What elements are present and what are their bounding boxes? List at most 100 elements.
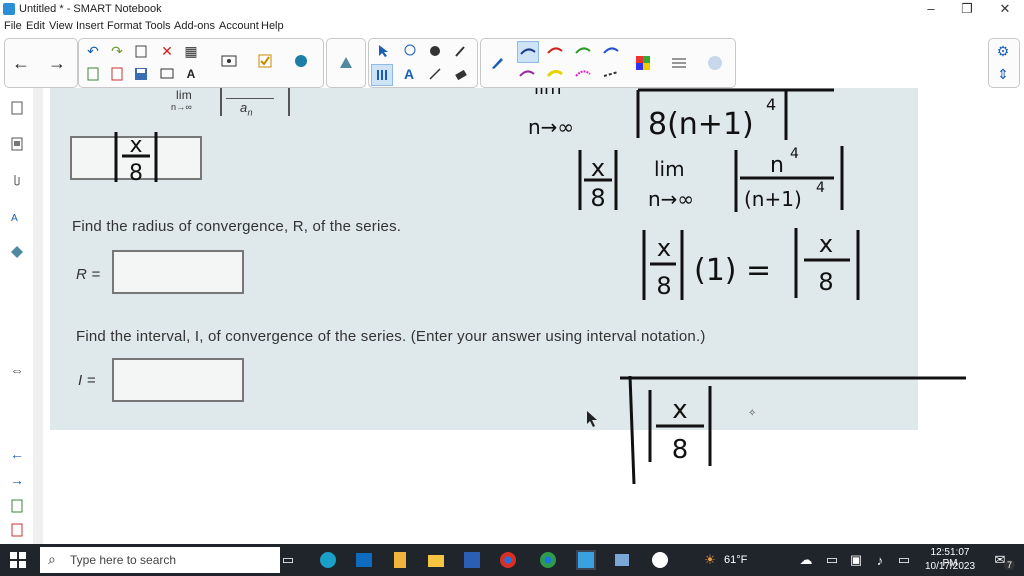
pen-color-blue[interactable]	[601, 41, 621, 61]
weather-icon[interactable]: ☀	[700, 550, 720, 570]
pen-style-dashed[interactable]	[601, 64, 621, 84]
pen-color-black[interactable]	[517, 41, 539, 63]
entered-8: 8	[129, 161, 143, 186]
pen-icon[interactable]	[487, 53, 507, 73]
delete-page-icon[interactable]	[107, 64, 127, 84]
forward-arrow-icon[interactable]: →	[47, 53, 67, 73]
abs-bar-right	[288, 88, 290, 116]
pen-color-red[interactable]	[545, 41, 565, 61]
file-icon[interactable]	[390, 550, 410, 570]
menu-account[interactable]: Account	[219, 20, 259, 32]
shapes-icon[interactable]	[399, 41, 419, 61]
taskbar-search[interactable]: ⌕ Type here to search	[40, 547, 280, 573]
pen-color-yellow[interactable]	[545, 64, 565, 84]
menu-help[interactable]: Help	[261, 20, 284, 32]
pen-app-icon[interactable]	[650, 550, 670, 570]
screen-icon[interactable]: ▣	[846, 550, 866, 570]
battery-icon[interactable]: ▭	[894, 550, 914, 570]
attachments-icon[interactable]	[8, 170, 26, 190]
pen-color-green[interactable]	[573, 41, 593, 61]
pen-color-magenta[interactable]	[573, 64, 593, 84]
side-tabs: A ⇔ ← →	[0, 88, 34, 544]
ink-middle-3: (1) =	[694, 253, 771, 288]
entered-x: x	[129, 133, 142, 158]
addon-icon[interactable]	[291, 51, 311, 71]
notes-icon[interactable]	[612, 550, 632, 570]
edge-icon[interactable]	[318, 550, 338, 570]
gear-icon[interactable]: ⚙	[993, 41, 1013, 61]
chrome-icon[interactable]	[498, 550, 518, 570]
menu-file[interactable]: File	[4, 20, 22, 32]
move-sidebar-icon[interactable]: ⇔	[8, 360, 26, 380]
add-page-icon[interactable]	[83, 64, 103, 84]
lab-icon[interactable]	[336, 53, 356, 73]
denominator-a: an	[240, 100, 253, 118]
start-icon[interactable]	[8, 550, 28, 570]
menu-addons[interactable]: Add-ons	[174, 20, 215, 32]
properties-tab-icon[interactable]: A	[8, 206, 26, 226]
gallery-icon[interactable]	[8, 134, 26, 154]
menu-edit[interactable]: Edit	[26, 20, 45, 32]
redo-icon[interactable]: ↷	[107, 41, 127, 61]
addons-tab-icon[interactable]	[8, 242, 26, 262]
ink-box-8: 8	[672, 435, 689, 465]
ink-lim-1: lim	[534, 88, 562, 99]
interval-input[interactable]	[112, 358, 244, 402]
color-palette-icon[interactable]	[633, 53, 653, 73]
menu-tools[interactable]: Tools	[145, 20, 171, 32]
notebook-canvas[interactable]: lim n→∞ an x 8 Find the radius of conver…	[44, 88, 1024, 544]
ink-box-x: x	[672, 395, 687, 425]
magic-pen-icon[interactable]	[451, 41, 471, 61]
back-arrow-icon[interactable]: ←	[11, 53, 31, 73]
restore-button[interactable]: ❐	[948, 0, 986, 18]
page-scrollbar[interactable]	[33, 88, 43, 544]
word-icon[interactable]	[462, 550, 482, 570]
limit-fragment: lim	[176, 88, 192, 102]
fill-icon[interactable]	[425, 41, 445, 61]
screen-shade-icon[interactable]	[157, 64, 177, 84]
close-button[interactable]: ✕	[986, 0, 1024, 18]
volume-icon[interactable]: ♪	[870, 550, 890, 570]
undo-icon[interactable]: ↶	[83, 41, 103, 61]
nav-group: ← →	[4, 38, 78, 88]
response-icon[interactable]	[255, 51, 275, 71]
pen-color-purple[interactable]	[517, 64, 537, 84]
save-icon[interactable]	[131, 64, 151, 84]
select-arrow-icon[interactable]	[373, 41, 393, 61]
text-tool-icon[interactable]: A	[399, 64, 419, 84]
ink-x-2: x	[591, 154, 605, 182]
minimize-button[interactable]: –	[912, 0, 950, 18]
eraser-icon[interactable]	[451, 64, 471, 84]
toolbar-position-icon[interactable]: ⇕	[993, 64, 1013, 84]
transparency-icon[interactable]	[705, 53, 725, 73]
menu-insert[interactable]: Insert	[76, 20, 104, 32]
ink-x-3a: x	[657, 234, 671, 262]
delete-icon[interactable]: ✕	[157, 41, 177, 61]
file-explorer-icon[interactable]	[426, 550, 446, 570]
table-icon[interactable]: ▦	[181, 41, 201, 61]
handwriting-ink: lim n→∞ 8(n+1) 4 x 8 lim n→∞ n 4 (n+1) 4…	[528, 88, 966, 485]
document-camera-icon[interactable]	[219, 51, 239, 71]
radius-input[interactable]	[112, 250, 244, 294]
add-page-side-icon[interactable]	[8, 496, 26, 516]
menu-format[interactable]: Format	[107, 20, 142, 32]
page-sorter-icon[interactable]	[8, 98, 26, 118]
text-icon[interactable]: A	[181, 64, 201, 84]
ink-8-3a: 8	[656, 272, 671, 300]
onedrive-icon[interactable]: ☁	[796, 550, 816, 570]
ink-sub-1: n→∞	[528, 115, 574, 139]
line-width-icon[interactable]	[669, 53, 689, 73]
chrome-profile-icon[interactable]	[538, 550, 558, 570]
outlook-icon[interactable]	[354, 550, 374, 570]
line-tool-icon[interactable]	[425, 64, 445, 84]
network-icon[interactable]: ▭	[822, 550, 842, 570]
menu-view[interactable]: View	[49, 20, 73, 32]
paste-icon[interactable]	[131, 41, 151, 61]
smart-notebook-taskbar-icon[interactable]	[576, 550, 596, 570]
task-view-icon[interactable]: ▭	[278, 550, 298, 570]
next-page-icon[interactable]: →	[8, 470, 26, 490]
properties-icon[interactable]	[371, 64, 393, 86]
ink-8-3b: 8	[818, 268, 833, 296]
delete-page-side-icon[interactable]	[8, 520, 26, 540]
prev-page-icon[interactable]: ←	[8, 444, 26, 464]
